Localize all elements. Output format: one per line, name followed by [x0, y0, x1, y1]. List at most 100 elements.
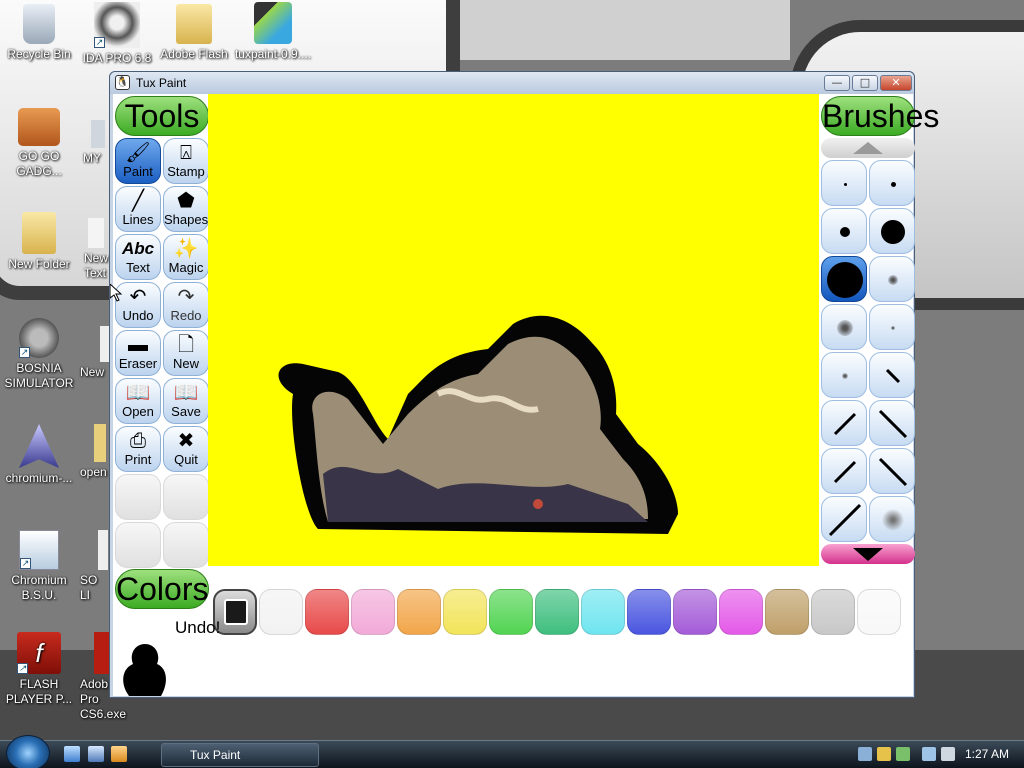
color-swatch[interactable]: [259, 589, 303, 635]
brush-fuzzy-medium-button[interactable]: [869, 256, 915, 302]
brush-dot-large-button[interactable]: [869, 208, 915, 254]
brush-dot-xlarge-button[interactable]: [821, 256, 867, 302]
save-icon: 📖: [173, 382, 199, 404]
desktop-icon-recycle-bin[interactable]: Recycle Bin: [0, 4, 81, 62]
tray-app-icon[interactable]: [877, 747, 891, 761]
color-swatch[interactable]: [443, 589, 487, 635]
status-message: Undo!: [175, 618, 221, 637]
desktop-icon-bosnia-simulator[interactable]: ↗ BOSNIA SIMULATOR: [0, 318, 81, 391]
tool-text-button[interactable]: Abc Text: [115, 234, 161, 280]
print-icon: ⎙: [130, 430, 146, 452]
desktop-icon-new-text[interactable]: New Text: [84, 218, 112, 281]
color-swatch[interactable]: [351, 589, 395, 635]
tool-save-button[interactable]: 📖 Save: [163, 378, 209, 424]
tool-label: Lines: [122, 212, 154, 227]
color-swatch[interactable]: [857, 589, 901, 635]
desktop-icon-chromium[interactable]: chromium-...: [0, 424, 81, 486]
tool-print-button[interactable]: ⎙ Print: [115, 426, 161, 472]
close-button[interactable]: ✕: [880, 75, 912, 91]
desktop-icon-so[interactable]: SO LI: [80, 530, 110, 603]
desktop-icon-go-go-gadget[interactable]: GO GO GADG...: [0, 108, 81, 179]
desktop-icon-label: IDA PRO 6.8: [82, 51, 152, 65]
minimize-button[interactable]: —: [824, 75, 850, 91]
color-swatch[interactable]: [305, 589, 349, 635]
color-swatch[interactable]: [535, 589, 579, 635]
color-swatch[interactable]: [765, 589, 809, 635]
brush-dot-medium-button[interactable]: [821, 208, 867, 254]
switch-windows-icon[interactable]: [88, 746, 104, 762]
color-swatch[interactable]: [489, 589, 533, 635]
canvas-drawing: [278, 315, 678, 534]
desktop-icon-label: Adobe Flash: [160, 47, 228, 61]
tool-eraser-button[interactable]: ▬ Eraser: [115, 330, 161, 376]
brushes-scroll-up-button[interactable]: [821, 138, 915, 158]
color-swatch[interactable]: [673, 589, 717, 635]
brush-slash-large-2-button[interactable]: [869, 448, 915, 494]
tool-magic-button[interactable]: ✨ Magic: [163, 234, 209, 280]
start-button[interactable]: [6, 735, 50, 768]
tray-monitor-icon[interactable]: [922, 747, 936, 761]
desktop-icon-open[interactable]: open: [80, 424, 110, 480]
show-desktop-icon[interactable]: [64, 746, 80, 762]
color-swatch[interactable]: [581, 589, 625, 635]
brush-fuzzy-large-button[interactable]: [821, 304, 867, 350]
window-titlebar[interactable]: 🐧 Tux Paint — □ ✕: [110, 72, 914, 94]
brush-fuzzy-tiny-button[interactable]: [821, 352, 867, 398]
brush-slash-medium-button[interactable]: [821, 400, 867, 446]
quit-icon: ✖: [177, 430, 195, 452]
folder-icon: [176, 4, 212, 44]
color-swatch[interactable]: [719, 589, 763, 635]
tray-safety-icon[interactable]: [896, 747, 910, 761]
color-swatch[interactable]: [811, 589, 855, 635]
text-icon: Abc: [121, 239, 155, 258]
tool-new-button[interactable]: 🗋 New: [163, 330, 209, 376]
tool-label: Shapes: [164, 212, 209, 227]
tool-open-button[interactable]: 📖 Open: [115, 378, 161, 424]
taskbar-app-tux-paint[interactable]: Tux Paint: [161, 743, 319, 767]
drawing-canvas[interactable]: [208, 94, 819, 566]
explorer-icon[interactable]: [111, 746, 127, 762]
brush-slash-medium-2-button[interactable]: [821, 448, 867, 494]
lines-icon: ╱: [131, 190, 145, 212]
desktop-icon-label: tuxpaint-0.9....: [234, 47, 312, 61]
tray-volume-muted-icon[interactable]: [941, 747, 955, 761]
desktop-icon-chromium-bsu[interactable]: ↗ Chromium B.S.U.: [0, 530, 81, 603]
tool-lines-button[interactable]: ╱ Lines: [115, 186, 161, 232]
tool-quit-button[interactable]: ✖ Quit: [163, 426, 209, 472]
tool-label: Quit: [174, 452, 198, 467]
brush-dot-icon: [888, 275, 898, 285]
desktop-icon-adobe-flash[interactable]: Adobe Flash: [152, 4, 236, 62]
brush-slash-xlarge-button[interactable]: [821, 496, 867, 542]
brush-dot-icon: [881, 220, 905, 244]
desktop-icon-ida-pro[interactable]: ↗ IDA PRO 6.8: [75, 2, 159, 66]
tool-paint-button[interactable]: 🖌 Paint: [115, 138, 161, 184]
brushes-scroll-down-button[interactable]: [821, 544, 915, 564]
tool-stamp-button[interactable]: ⍓ Stamp: [163, 138, 209, 184]
maximize-button[interactable]: □: [852, 75, 878, 91]
redo-icon: ↷: [177, 286, 195, 308]
brush-splatter-button[interactable]: [869, 496, 915, 542]
brush-dot-small-button[interactable]: [869, 160, 915, 206]
ida-pro-icon: ↗: [94, 2, 140, 48]
tool-redo-button[interactable]: ↷ Redo: [163, 282, 209, 328]
color-swatch[interactable]: [397, 589, 441, 635]
desktop-icon-new-folder[interactable]: New Folder: [0, 212, 81, 272]
tray-network-icon[interactable]: [858, 747, 872, 761]
tools-header: Tools: [115, 96, 209, 136]
tool-label: Undo: [122, 308, 154, 323]
brushes-header: Brushes: [821, 96, 940, 136]
tool-shapes-button[interactable]: ⬟ Shapes: [163, 186, 209, 232]
tool-label: Open: [122, 404, 154, 419]
paint-icon: 🖌: [125, 142, 151, 164]
brush-stroke: [878, 457, 908, 487]
brush-dot-tiny-button[interactable]: [821, 160, 867, 206]
brush-fuzzy-small-button[interactable]: [869, 304, 915, 350]
desktop-icon-tuxpaint-installer[interactable]: tuxpaint-0.9....: [231, 2, 315, 62]
brush-slash-small-button[interactable]: [869, 352, 915, 398]
brush-slash-large-button[interactable]: [869, 400, 915, 446]
wallpaper-window-center: [460, 0, 790, 60]
desktop-icon-new[interactable]: New: [80, 326, 110, 380]
color-swatch[interactable]: [627, 589, 671, 635]
desktop-icon-flash-player[interactable]: f ↗ FLASH PLAYER P...: [0, 632, 81, 707]
tool-label: Paint: [123, 164, 153, 179]
